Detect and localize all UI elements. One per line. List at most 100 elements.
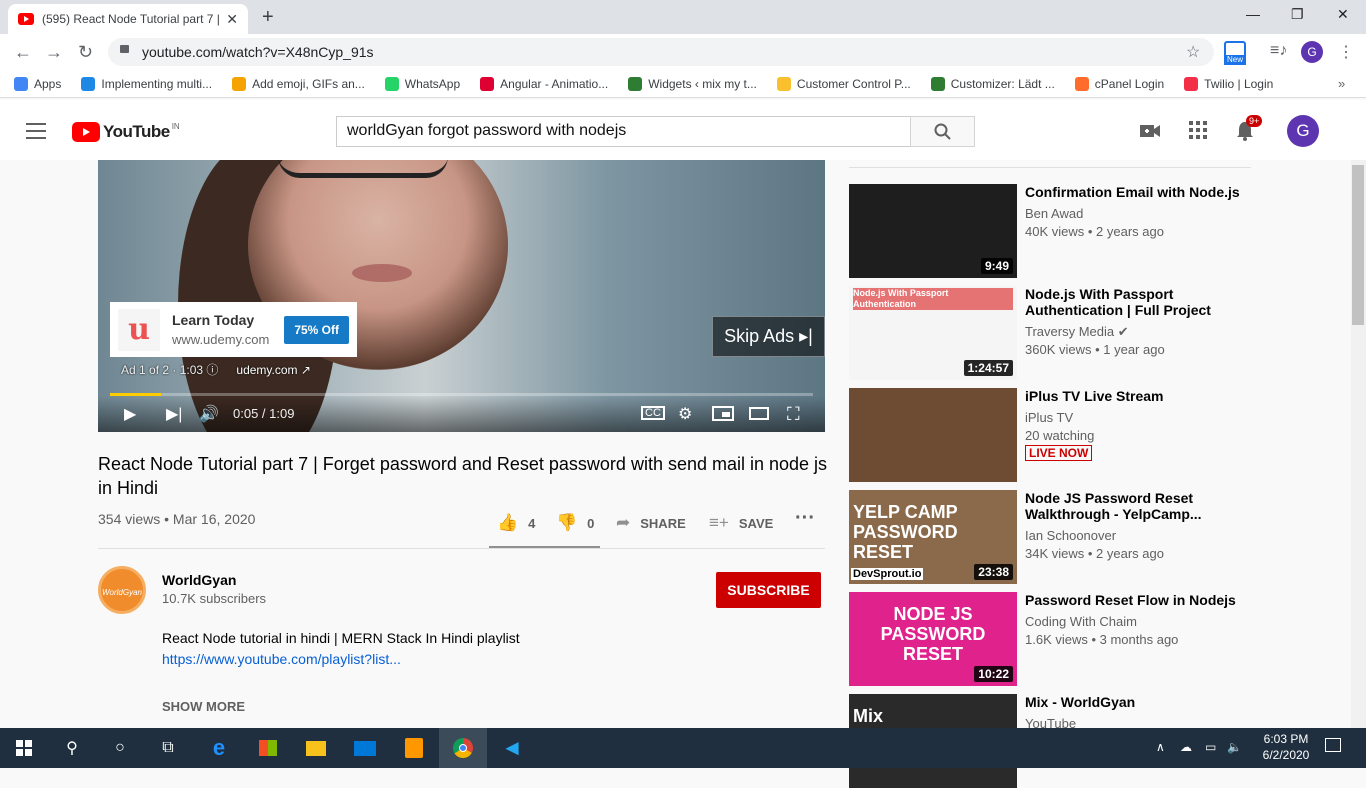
bookmark-star-icon[interactable]: ☆ xyxy=(1186,42,1200,62)
miniplayer-icon[interactable] xyxy=(712,406,734,421)
fullscreen-icon[interactable]: ⛶ xyxy=(787,404,800,425)
recommended-video-title[interactable]: iPlus TV Live Stream xyxy=(1025,388,1245,404)
ad-domain-link[interactable]: udemy.com ↗ xyxy=(236,363,311,377)
windows-start-icon[interactable] xyxy=(0,728,48,768)
lock-icon[interactable] xyxy=(120,45,129,53)
show-more-button[interactable]: SHOW MORE xyxy=(162,699,245,714)
recommended-video-title[interactable]: Mix - WorldGyan xyxy=(1025,694,1245,710)
save-button[interactable]: ≡+ SAVE xyxy=(709,513,773,533)
recommended-video[interactable]: 9:49 Confirmation Email with Node.js Ben A… xyxy=(849,184,1259,278)
ad-info: Ad 1 of 2 · 1:03 ⓘ udemy.com ↗ xyxy=(121,361,311,378)
search-button[interactable] xyxy=(910,116,975,147)
channel-avatar[interactable]: WorldGyan xyxy=(98,566,146,614)
volume-icon[interactable]: 🔊 xyxy=(199,404,219,424)
scrollbar-thumb[interactable] xyxy=(1352,165,1364,325)
channel-name[interactable]: WorldGyan xyxy=(162,572,236,588)
bookmark-item[interactable]: Apps xyxy=(14,76,61,91)
bookmark-item[interactable]: Customizer: Lädt ... xyxy=(930,76,1055,91)
create-video-icon[interactable] xyxy=(1139,120,1161,142)
vscode-icon[interactable]: ◄ xyxy=(488,728,536,768)
dislike-button[interactable]: 👎 0 xyxy=(556,513,594,533)
search-input[interactable]: worldGyan forgot password with nodejs xyxy=(336,116,911,147)
forward-icon[interactable]: → xyxy=(45,42,63,63)
media-control-icon[interactable]: ≡♪ xyxy=(1270,42,1287,60)
minimize-icon[interactable]: — xyxy=(1246,6,1260,22)
video-player[interactable] xyxy=(98,160,825,432)
onedrive-cloud-icon[interactable]: ☁ xyxy=(1180,740,1192,754)
bookmark-item[interactable]: WhatsApp xyxy=(384,76,460,91)
next-icon[interactable]: ▶| xyxy=(166,404,182,424)
bookmark-item[interactable]: Angular - Animatio... xyxy=(480,76,608,91)
recommended-video-title[interactable]: Password Reset Flow in Nodejs xyxy=(1025,592,1245,608)
video-thumbnail[interactable]: NODE JS PASSWORD RESET 10:22 xyxy=(849,592,1017,686)
edge-icon[interactable]: e xyxy=(195,728,243,768)
bookmark-item[interactable]: Implementing multi... xyxy=(81,76,212,91)
close-tab-icon[interactable]: ✕ xyxy=(226,11,238,28)
volume-tray-icon[interactable]: 🔈 xyxy=(1227,740,1242,754)
recommended-video[interactable]: NODE JS PASSWORD RESET 10:22 Password Rese… xyxy=(849,592,1259,686)
tray-chevron-icon[interactable]: ∧ xyxy=(1156,740,1165,754)
video-thumbnail[interactable]: Node.js With Passport Authentication 1:24… xyxy=(849,286,1017,380)
menu-icon[interactable] xyxy=(26,123,46,144)
bookmark-item[interactable]: cPanel Login xyxy=(1074,76,1164,91)
settings-gear-icon[interactable]: ⚙ xyxy=(678,404,692,424)
back-icon[interactable]: ← xyxy=(14,42,32,63)
sublime-text-icon[interactable] xyxy=(390,728,438,768)
recommended-video-views: 360K views • 1 year ago xyxy=(1025,342,1165,357)
ad-cta-button[interactable]: 75% Off xyxy=(284,315,349,344)
video-thumbnail[interactable]: 9:49 xyxy=(849,184,1017,278)
recommended-video-title[interactable]: Confirmation Email with Node.js xyxy=(1025,184,1245,200)
address-bar[interactable]: youtube.com/watch?v=X48nCyp_91s xyxy=(108,38,1214,66)
action-center-icon[interactable] xyxy=(1325,738,1341,752)
reload-icon[interactable]: ↻ xyxy=(78,42,93,63)
like-button[interactable]: 👍 4 xyxy=(497,513,535,533)
recommended-channel-name[interactable]: Coding With Chaim xyxy=(1025,614,1137,629)
mail-icon[interactable] xyxy=(341,728,389,768)
apps-grid-icon[interactable] xyxy=(1188,120,1208,140)
search-taskbar-icon[interactable]: ⚲ xyxy=(48,728,96,768)
task-view-icon[interactable]: ⧉ xyxy=(144,728,192,768)
chrome-icon[interactable] xyxy=(439,728,487,768)
progress-bar[interactable] xyxy=(110,393,813,396)
theater-mode-icon[interactable] xyxy=(749,407,769,420)
play-icon[interactable]: ▶ xyxy=(124,404,136,424)
new-tab-button[interactable]: + xyxy=(262,6,274,29)
skip-ads-button[interactable]: Skip Ads ▸| xyxy=(712,316,825,357)
extension-new-icon[interactable]: New xyxy=(1224,41,1246,65)
bookmark-item[interactable]: Customer Control P... xyxy=(776,76,911,91)
recommended-video-title[interactable]: Node JS Password Reset Walkthrough - Yel… xyxy=(1025,490,1245,522)
recommended-channel-name[interactable]: Traversy Media ✔ xyxy=(1025,324,1129,340)
account-avatar[interactable]: G xyxy=(1287,115,1319,147)
close-window-icon[interactable]: ✕ xyxy=(1337,6,1349,23)
browser-profile-avatar[interactable]: G xyxy=(1301,41,1323,63)
sidebar-divider xyxy=(849,167,1251,168)
maximize-icon[interactable]: ❐ xyxy=(1291,6,1304,23)
browser-menu-icon[interactable]: ⋮ xyxy=(1338,42,1354,62)
bookmark-item[interactable]: Add emoji, GIFs an... xyxy=(232,76,365,91)
ad-card[interactable]: u Learn Today www.udemy.com 75% Off xyxy=(110,302,357,357)
recommended-video[interactable]: Node.js With Passport Authentication 1:24… xyxy=(849,286,1259,380)
battery-icon[interactable]: ▭ xyxy=(1205,740,1216,754)
description-link[interactable]: https://www.youtube.com/playlist?list... xyxy=(162,651,401,667)
cortana-icon[interactable]: ○ xyxy=(96,728,144,768)
browser-tab[interactable]: (595) React Node Tutorial part 7 | Fo ✕ xyxy=(8,4,248,34)
recommended-video[interactable]: iPlus TV Live Stream iPlus TV 20 watching L… xyxy=(849,388,1259,482)
store-icon[interactable] xyxy=(244,728,292,768)
recommended-video-title[interactable]: Node.js With Passport Authentication | F… xyxy=(1025,286,1245,318)
captions-icon[interactable]: CC xyxy=(641,406,665,420)
recommended-channel-name[interactable]: Ian Schoonover xyxy=(1025,528,1116,543)
system-clock[interactable]: 6:03 PM 6/2/2020 xyxy=(1250,731,1322,763)
video-thumbnail[interactable]: YELP CAMP PASSWORD RESET DevSprout.io 23:3… xyxy=(849,490,1017,584)
youtube-logo[interactable]: YouTube IN xyxy=(72,122,180,142)
video-thumbnail[interactable] xyxy=(849,388,1017,482)
share-button[interactable]: ➦ SHARE xyxy=(616,513,686,533)
more-bookmarks-icon[interactable]: » xyxy=(1338,76,1345,91)
bookmark-item[interactable]: Twilio | Login xyxy=(1184,76,1273,91)
bookmark-item[interactable]: Widgets ‹ mix my t... xyxy=(628,76,757,91)
subscribe-button[interactable]: SUBSCRIBE xyxy=(716,572,821,608)
recommended-channel-name[interactable]: Ben Awad xyxy=(1025,206,1083,221)
recommended-channel-name[interactable]: iPlus TV xyxy=(1025,410,1073,425)
file-explorer-icon[interactable] xyxy=(292,728,340,768)
more-actions-icon[interactable]: ··· xyxy=(795,507,815,530)
recommended-video[interactable]: YELP CAMP PASSWORD RESET DevSprout.io 23:3… xyxy=(849,490,1259,584)
